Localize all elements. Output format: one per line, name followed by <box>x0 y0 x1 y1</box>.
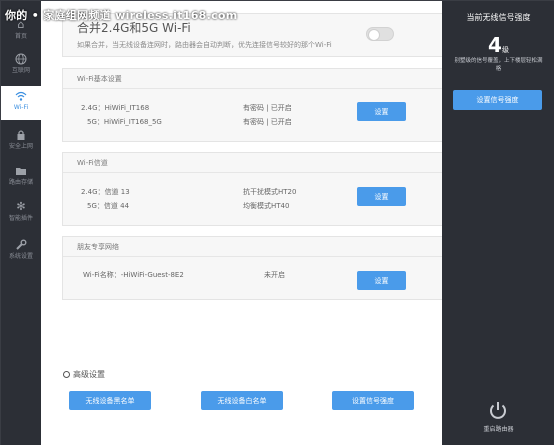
guest-network-card: 朋友专享网络 <box>62 236 461 300</box>
whitelist-button[interactable]: 无线设备白名单 <box>201 391 283 410</box>
guest-network-title: 朋友专享网络 <box>63 237 460 257</box>
sidebar-item-plugins[interactable]: ✻ 智能插件 <box>1 197 41 231</box>
wifi-basic-status-24g: 有密码 | 已开启 <box>243 104 292 112</box>
globe-icon <box>15 53 27 65</box>
app-window: 你的 • 家庭组网频道 wireless.it168.com ⌂ 首页 互联网 … <box>0 0 554 445</box>
wifi-channel-settings-button[interactable]: 设置 <box>357 187 406 206</box>
sidebar-item-system[interactable]: 系统设置 <box>1 235 41 269</box>
watermark: 你的 • 家庭组网频道 wireless.it168.com <box>5 9 238 22</box>
main-content: 合并2.4G和5G Wi-Fi 如果合并，当无线设备连网时，路由器会自动判断，优… <box>41 1 461 445</box>
guest-network-name: Wi-Fi名称：-HiWiFi-Guest-8E2 <box>83 271 184 279</box>
sidebar-item-label: 路由存储 <box>8 179 33 186</box>
signal-level-value: 4 <box>488 33 502 57</box>
folder-icon <box>15 165 27 177</box>
wrench-icon <box>15 239 27 251</box>
signal-panel-title: 当前无线信号强度 <box>466 13 531 22</box>
merge-description: 如果合并，当无线设备连网时，路由器会自动判断，优先连接信号较好的那个Wi-Fi <box>77 41 332 49</box>
wifi-basic-row-24g: 2.4G：HiWiFi_IT168 <box>81 104 150 112</box>
sidebar-item-label: 首页 <box>14 33 27 40</box>
sidebar-item-label: 智能插件 <box>8 215 33 222</box>
signal-strength-button[interactable]: 设置信号强度 <box>332 391 414 410</box>
wifi-basic-row-5g: 5G：HiWiFi_IT168_5G <box>87 118 162 126</box>
gear-icon <box>63 371 70 378</box>
blacklist-button[interactable]: 无线设备黑名单 <box>69 391 151 410</box>
wifi-basic-title: Wi-Fi基本设置 <box>63 69 460 89</box>
power-icon[interactable] <box>487 399 509 421</box>
wifi-icon <box>15 90 27 102</box>
sidebar-item-security[interactable]: 安全上网 <box>1 125 41 159</box>
wifi-channel-title: Wi-Fi信道 <box>63 153 460 173</box>
guest-network-status: 未开启 <box>264 271 285 279</box>
wifi-channel-mode-24g: 抗干扰模式HT20 <box>243 188 297 196</box>
set-signal-strength-button[interactable]: 设置信号强度 <box>453 90 542 110</box>
wifi-channel-mode-5g: 均衡模式HT40 <box>243 202 290 210</box>
restart-router-label[interactable]: 重启路由器 <box>442 424 554 433</box>
sidebar: ⌂ 首页 互联网 Wi-Fi 安全上网 路由存储 ✻ 智能插件 系统设置 <box>1 1 41 445</box>
lock-icon <box>15 129 27 141</box>
merge-toggle[interactable] <box>366 27 394 41</box>
wifi-basic-settings-button[interactable]: 设置 <box>357 102 406 121</box>
signal-level: 4级 <box>442 33 554 57</box>
sidebar-item-label: 互联网 <box>11 67 30 74</box>
sidebar-item-storage[interactable]: 路由存储 <box>1 161 41 195</box>
sidebar-item-internet[interactable]: 互联网 <box>1 49 41 83</box>
plugin-icon: ✻ <box>16 200 26 213</box>
advanced-settings-heading: 高级设置 <box>63 369 105 380</box>
wifi-basic-status-5g: 有密码 | 已开启 <box>243 118 292 126</box>
wifi-channel-row-5g: 5G：信道 44 <box>87 202 130 210</box>
signal-description: 别墅级的信号覆盖，上下楼层轻松满格 <box>454 58 543 72</box>
sidebar-item-wifi[interactable]: Wi-Fi <box>1 86 41 120</box>
wifi-channel-row-24g: 2.4G：信道 13 <box>81 188 130 196</box>
signal-panel: 当前无线信号强度 4级 别墅级的信号覆盖，上下楼层轻松满格 设置信号强度 重启路… <box>442 1 554 445</box>
sidebar-item-label: Wi-Fi <box>13 104 29 111</box>
sidebar-item-label: 安全上网 <box>8 143 33 150</box>
signal-level-unit: 级 <box>501 46 509 54</box>
sidebar-item-label: 系统设置 <box>8 253 33 260</box>
guest-network-settings-button[interactable]: 设置 <box>357 271 406 290</box>
